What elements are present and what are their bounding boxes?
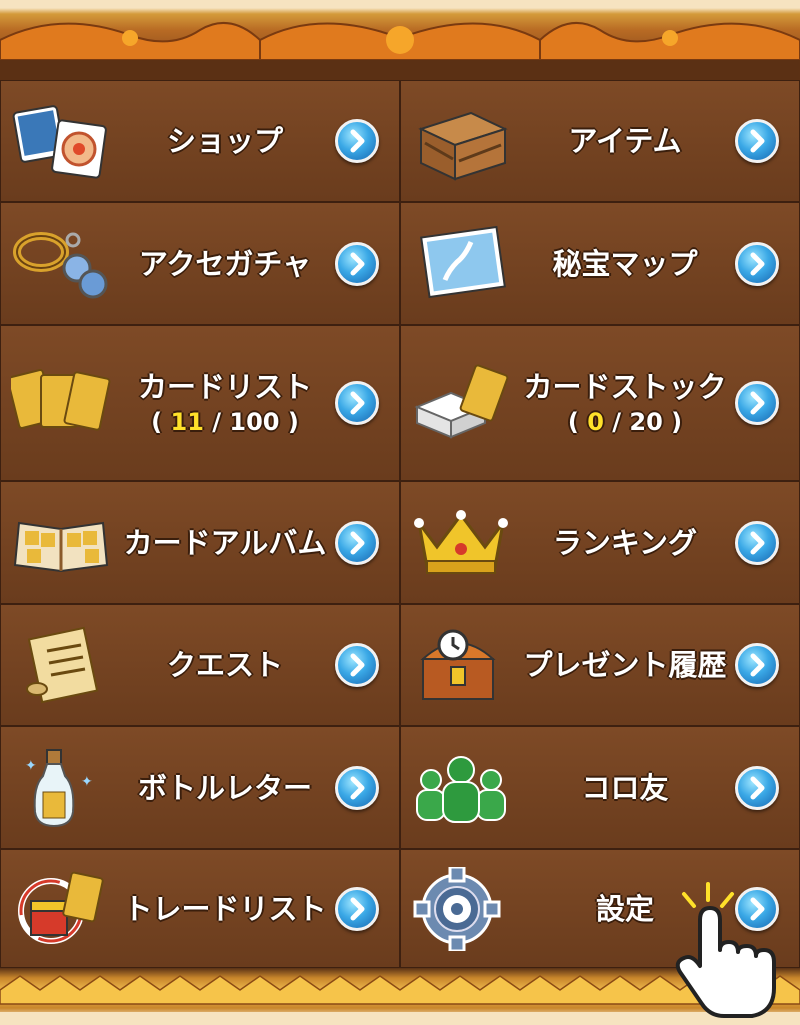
- menu-item-bottle-letter[interactable]: ✦ ✦ ボトルレター: [0, 726, 400, 849]
- card-album-icon: [11, 501, 111, 585]
- card-stack-icon: [6, 361, 111, 445]
- treasure-chest-clock-icon: [411, 623, 511, 707]
- menu-item-label: アイテム: [568, 124, 682, 158]
- friends-icon: [411, 746, 511, 830]
- crown-icon: [411, 501, 511, 585]
- tap-hand-pointer-icon: [672, 880, 782, 1020]
- menu-item-ranking[interactable]: ランキング: [400, 481, 800, 604]
- menu-grid: ショップ アイテム アクセガチャ 秘宝マップ カードリスト (11 / 100…: [0, 80, 800, 968]
- top-ornament-banner: [0, 0, 800, 80]
- treasure-map-icon: [411, 222, 511, 306]
- wooden-crate-icon: [411, 99, 511, 183]
- menu-item-label: アクセガチャ: [138, 246, 312, 281]
- trade-chest-icon: [11, 867, 111, 951]
- message-bottle-icon: ✦ ✦: [11, 746, 111, 830]
- menu-item-label: ボトルレター: [137, 770, 312, 805]
- card-stock-title: カードストック: [523, 370, 727, 404]
- menu-item-label: ショップ: [166, 124, 283, 158]
- menu-item-label: コロ友: [581, 770, 669, 805]
- menu-item-items[interactable]: アイテム: [400, 80, 800, 202]
- menu-item-label: トレードリスト: [123, 891, 327, 926]
- menu-item-label: カードリスト ( 11 / 100 ): [111, 368, 339, 438]
- chevron-right-icon[interactable]: [335, 886, 379, 931]
- menu-item-label: ランキング: [552, 525, 698, 560]
- menu-item-quest[interactable]: クエスト: [0, 604, 400, 726]
- card-stock-count: ( 0 / 20 ): [567, 408, 683, 436]
- card-list-count: ( 11 / 100 ): [151, 408, 299, 436]
- chevron-right-icon[interactable]: [335, 119, 379, 163]
- chevron-right-icon[interactable]: [335, 765, 379, 810]
- menu-item-label: カードアルバム: [123, 525, 327, 560]
- chevron-right-icon[interactable]: [335, 520, 379, 565]
- menu-item-present-history[interactable]: プレゼント履歴: [400, 604, 800, 726]
- chevron-right-icon[interactable]: [735, 119, 779, 163]
- menu-item-label: クエスト: [166, 648, 283, 682]
- chevron-right-icon[interactable]: [335, 241, 379, 286]
- chevron-right-icon[interactable]: [735, 381, 779, 425]
- svg-text:✦: ✦: [25, 758, 37, 774]
- svg-text:✦: ✦: [81, 774, 93, 790]
- chevron-right-icon[interactable]: [735, 241, 779, 286]
- menu-item-card-list[interactable]: カードリスト ( 11 / 100 ): [0, 325, 400, 481]
- menu-item-treasure-map[interactable]: 秘宝マップ: [400, 202, 800, 325]
- menu-item-card-stock[interactable]: カードストック ( 0 / 20 ): [400, 325, 800, 481]
- chevron-right-icon[interactable]: [735, 643, 779, 687]
- chevron-right-icon[interactable]: [735, 765, 779, 810]
- shop-cards-icon: [11, 99, 111, 183]
- chevron-right-icon[interactable]: [335, 381, 379, 425]
- menu-item-shop[interactable]: ショップ: [0, 80, 400, 202]
- menu-item-label: プレゼント履歴: [523, 648, 727, 682]
- menu-item-card-album[interactable]: カードアルバム: [0, 481, 400, 604]
- chevron-right-icon[interactable]: [735, 520, 779, 565]
- gear-icon: [411, 865, 511, 952]
- menu-item-accessory-gacha[interactable]: アクセガチャ: [0, 202, 400, 325]
- menu-item-friends[interactable]: コロ友: [400, 726, 800, 849]
- card-box-icon: [411, 361, 511, 445]
- accessory-ring-icon: [11, 222, 111, 306]
- quest-scroll-icon: [11, 623, 111, 707]
- menu-item-label: 秘宝マップ: [552, 246, 698, 281]
- card-list-title: カードリスト: [137, 370, 312, 404]
- chevron-right-icon[interactable]: [335, 643, 379, 687]
- menu-item-trade-list[interactable]: トレードリスト: [0, 849, 400, 968]
- menu-item-label: カードストック ( 0 / 20 ): [511, 368, 739, 438]
